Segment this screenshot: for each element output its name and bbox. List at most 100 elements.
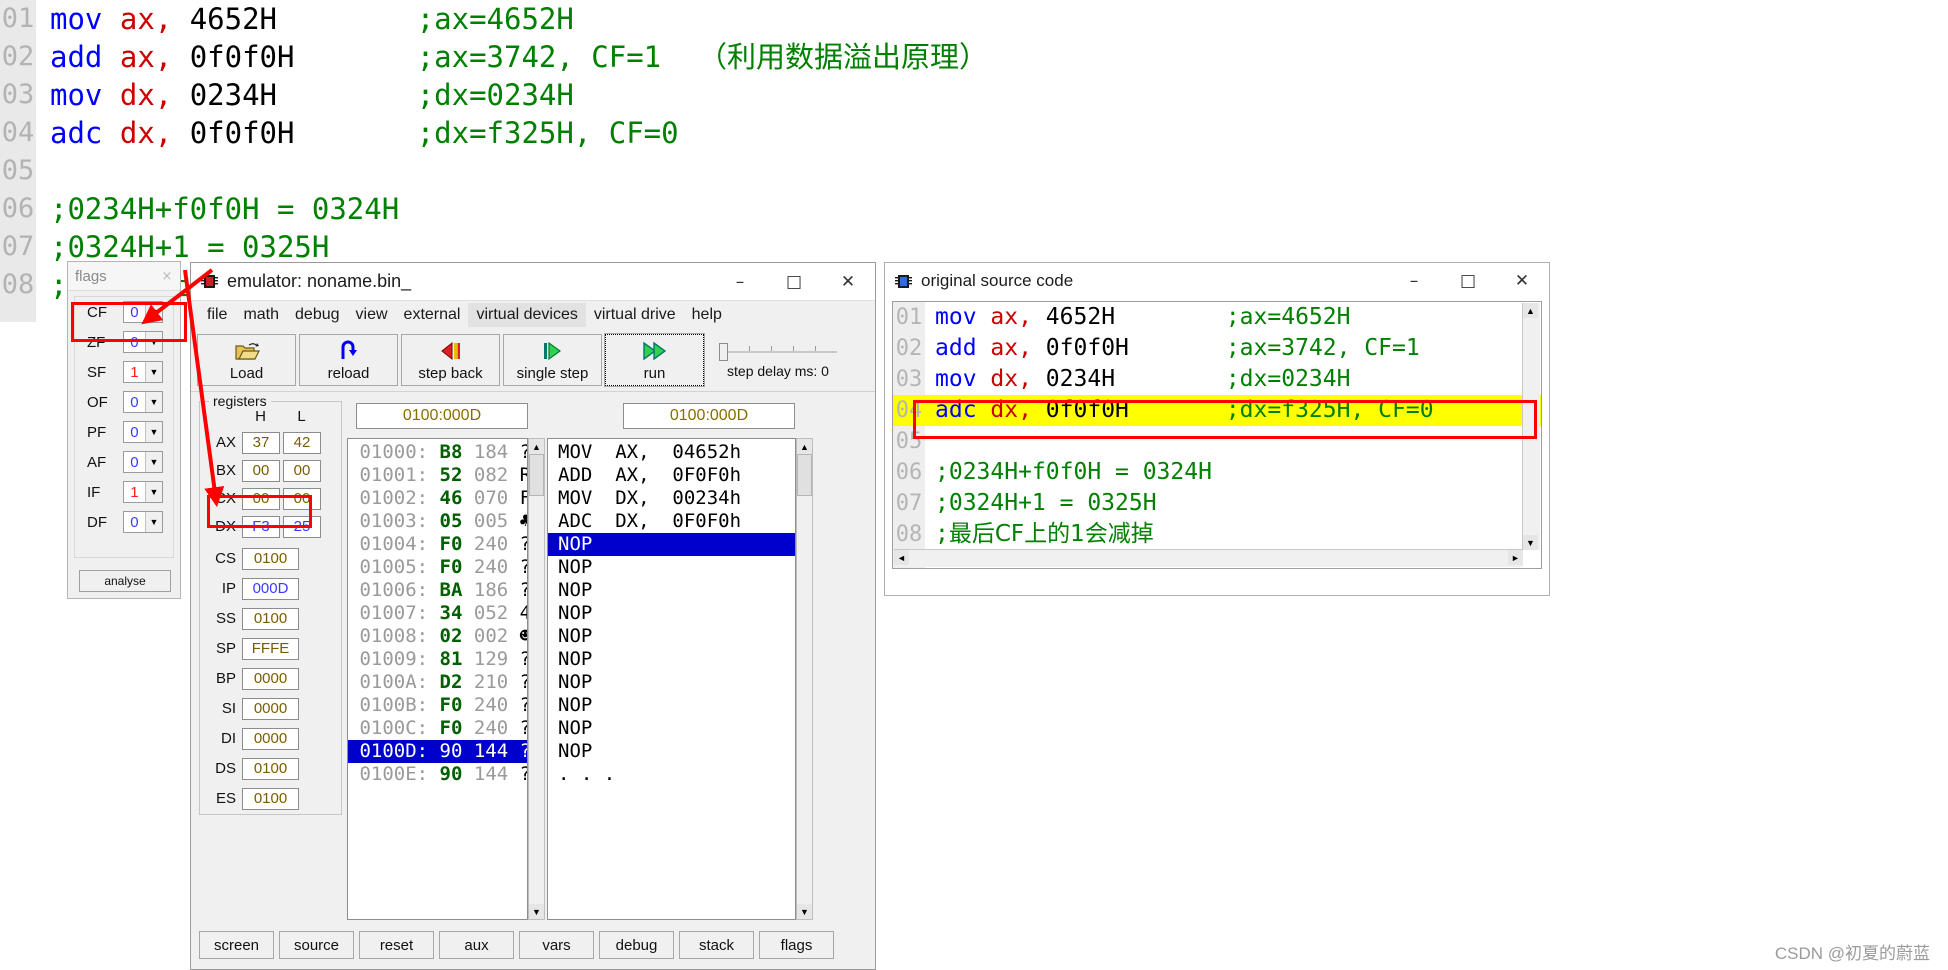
disassembly-row[interactable]: NOP	[548, 602, 795, 625]
emulator-window[interactable]: emulator: noname.bin_ – □ ✕ file math debu…	[190, 262, 876, 970]
register-cx-high[interactable]: 00	[242, 487, 280, 510]
bottom-button-screen[interactable]: screen	[199, 931, 274, 959]
chevron-down-icon[interactable]: ▼	[144, 332, 162, 352]
scroll-up-icon[interactable]: ▲	[529, 439, 544, 454]
menu-item-view[interactable]: view	[348, 303, 396, 327]
memory-dump-panel[interactable]: 01000: B8 184 ? 01001: 52 082 R 01002: 4…	[347, 438, 528, 920]
scroll-left-icon[interactable]: ◄	[894, 550, 909, 565]
source-code-line[interactable]: 02 add ax, 0f0f0H ;ax=3742, CF=1	[893, 333, 1541, 364]
menu-item-virtual-devices[interactable]: virtual devices	[468, 303, 586, 327]
chevron-down-icon[interactable]: ▼	[144, 512, 162, 532]
bottom-button-aux[interactable]: aux	[439, 931, 514, 959]
flag-select-zf[interactable]: 0 ▼	[123, 331, 163, 353]
register-dx-low[interactable]: 25	[283, 515, 321, 538]
memory-address-field[interactable]: 0100:000D	[356, 403, 528, 429]
flag-select-pf[interactable]: 0 ▼	[123, 421, 163, 443]
bottom-button-reset[interactable]: reset	[359, 931, 434, 959]
load-button[interactable]: Load	[197, 334, 296, 386]
chevron-down-icon[interactable]: ▼	[144, 482, 162, 502]
reload-button[interactable]: reload	[299, 334, 398, 386]
register-cx-low[interactable]: 00	[283, 487, 321, 510]
close-icon[interactable]: ×	[154, 262, 180, 290]
flag-select-if[interactable]: 1 ▼	[123, 481, 163, 503]
memory-dump-row[interactable]: 01002: 46 070 F	[348, 487, 527, 510]
chevron-down-icon[interactable]: ▼	[144, 452, 162, 472]
register-bx-high[interactable]: 00	[242, 459, 280, 482]
source-code-line[interactable]: 08 ;最后CF上的1会减掉	[893, 519, 1541, 550]
run-button[interactable]: run	[604, 333, 705, 387]
flag-select-df[interactable]: 0 ▼	[123, 511, 163, 533]
source-code-line[interactable]: 05	[893, 426, 1541, 457]
register-si-value[interactable]: 0000	[242, 697, 299, 720]
flag-select-cf[interactable]: 0 ▼	[123, 301, 163, 323]
scrollbar-thumb[interactable]	[797, 454, 812, 496]
disassembly-row[interactable]: NOP	[548, 556, 795, 579]
memory-dump-row[interactable]: 01008: 02 002 ☻	[348, 625, 527, 648]
bottom-button-flags[interactable]: flags	[759, 931, 834, 959]
disassembly-scrollbar[interactable]: ▲ ▼	[796, 438, 813, 920]
maximize-icon[interactable]: □	[1441, 263, 1495, 299]
maximize-icon[interactable]: □	[767, 263, 821, 300]
source-vertical-scrollbar[interactable]: ▲ ▼	[1522, 303, 1540, 550]
memory-dump-row[interactable]: 01005: F0 240 ?	[348, 556, 527, 579]
disassembly-row[interactable]: NOP	[548, 625, 795, 648]
source-code-line[interactable]: 03 mov dx, 0234H ;dx=0234H	[893, 364, 1541, 395]
flag-select-of[interactable]: 0 ▼	[123, 391, 163, 413]
emulator-bottom-buttons[interactable]: screen source reset aux vars debug stack flags	[199, 931, 839, 959]
scroll-up-icon[interactable]: ▲	[1523, 303, 1538, 318]
close-icon[interactable]: ✕	[821, 263, 875, 300]
menu-item-math[interactable]: math	[235, 303, 287, 327]
memory-dump-scrollbar[interactable]: ▲ ▼	[528, 438, 545, 920]
menu-item-help[interactable]: help	[684, 303, 730, 327]
disassembly-row[interactable]: MOV AX, 04652h	[548, 441, 795, 464]
emulator-menubar[interactable]: file math debug view external virtual devices…	[191, 301, 875, 329]
disassembly-row[interactable]: ADD AX, 0F0F0h	[548, 464, 795, 487]
disassembly-address-field[interactable]: 0100:000D	[623, 403, 795, 429]
source-code-line[interactable]: 06 ;0234H+f0f0H = 0324H	[893, 457, 1541, 488]
close-icon[interactable]: ✕	[1495, 263, 1549, 299]
emulator-titlebar[interactable]: emulator: noname.bin_ – □ ✕	[191, 263, 875, 301]
source-horizontal-scrollbar[interactable]: ◄ ►	[894, 549, 1523, 567]
bottom-button-stack[interactable]: stack	[679, 931, 754, 959]
analyse-button[interactable]: analyse	[79, 570, 171, 592]
register-sp-value[interactable]: FFFE	[242, 637, 299, 660]
chevron-down-icon[interactable]: ▼	[144, 422, 162, 442]
disassembly-row[interactable]: NOP	[548, 694, 795, 717]
memory-dump-row[interactable]: 01009: 81 129 ?	[348, 648, 527, 671]
scroll-down-icon[interactable]: ▼	[1523, 535, 1538, 550]
memory-dump-row[interactable]: 01000: B8 184 ?	[348, 441, 527, 464]
register-bx-low[interactable]: 00	[283, 459, 321, 482]
disassembly-row[interactable]: NOP	[548, 648, 795, 671]
source-code-line[interactable]: 07 ;0324H+1 = 0325H	[893, 488, 1541, 519]
memory-dump-row[interactable]: 01001: 52 082 R	[348, 464, 527, 487]
source-code-editor[interactable]: 01 mov ax, 4652H ;ax=4652H 02 add ax, 0f0f0…	[892, 301, 1542, 569]
register-ax-low[interactable]: 42	[283, 431, 321, 454]
disassembly-row[interactable]: NOP	[548, 740, 795, 763]
step-delay-slider[interactable]	[719, 342, 837, 361]
step-back-button[interactable]: step back	[401, 334, 500, 386]
flag-select-af[interactable]: 0 ▼	[123, 451, 163, 473]
disassembly-row[interactable]: NOP	[548, 579, 795, 602]
memory-dump-row[interactable]: 01003: 05 005 ♣	[348, 510, 527, 533]
register-ds-value[interactable]: 0100	[242, 757, 299, 780]
bottom-button-source[interactable]: source	[279, 931, 354, 959]
disassembly-row[interactable]: NOP	[548, 533, 795, 556]
menu-item-file[interactable]: file	[199, 303, 235, 327]
register-bp-value[interactable]: 0000	[242, 667, 299, 690]
memory-dump-row[interactable]: 01004: F0 240 ?	[348, 533, 527, 556]
chevron-down-icon[interactable]: ▼	[144, 302, 162, 322]
chevron-down-icon[interactable]: ▼	[144, 362, 162, 382]
emulator-toolbar[interactable]: Load reload step back single step run st…	[191, 329, 875, 392]
bottom-button-debug[interactable]: debug	[599, 931, 674, 959]
register-ax-high[interactable]: 37	[242, 431, 280, 454]
chevron-down-icon[interactable]: ▼	[144, 392, 162, 412]
menu-item-external[interactable]: external	[396, 303, 469, 327]
scrollbar-thumb[interactable]	[529, 454, 544, 496]
scroll-right-icon[interactable]: ►	[1508, 550, 1523, 565]
memory-dump-row[interactable]: 0100B: F0 240 ?	[348, 694, 527, 717]
flags-window[interactable]: flags × CF 0 ▼ ZF 0 ▼ SF 1 ▼ OF 0 ▼ PF 0 ▼ AF 0 ▼ IF 1 ▼ DF 0 ▼…	[67, 261, 181, 599]
menu-item-debug[interactable]: debug	[287, 303, 348, 327]
menu-item-virtual-drive[interactable]: virtual drive	[586, 303, 684, 327]
memory-dump-row[interactable]: 0100D: 90 144 ?	[348, 740, 527, 763]
disassembly-row[interactable]: ADC DX, 0F0F0h	[548, 510, 795, 533]
